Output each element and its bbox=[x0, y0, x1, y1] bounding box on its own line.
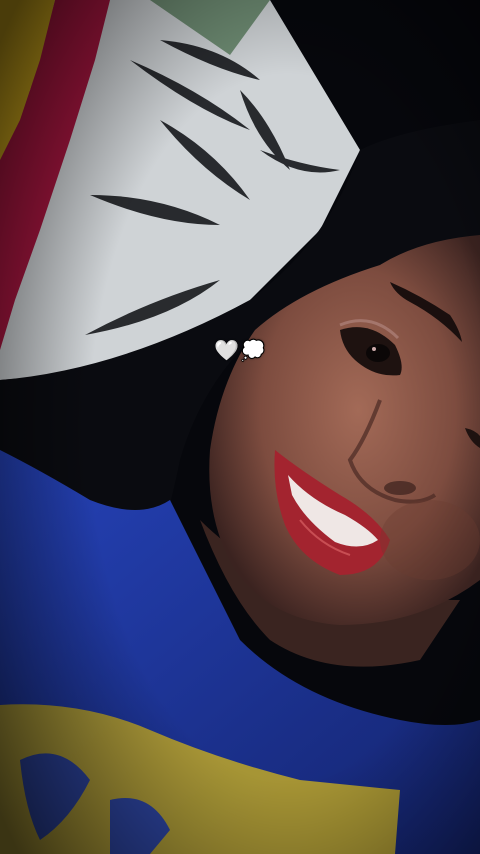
selfie-photo bbox=[0, 0, 480, 854]
photo-viewer: 🤍 💭 bbox=[0, 0, 480, 854]
thought-balloon-icon: 💭 bbox=[240, 338, 266, 362]
sticker-overlay: 🤍 💭 bbox=[214, 337, 266, 363]
white-heart-icon: 🤍 bbox=[214, 338, 239, 362]
